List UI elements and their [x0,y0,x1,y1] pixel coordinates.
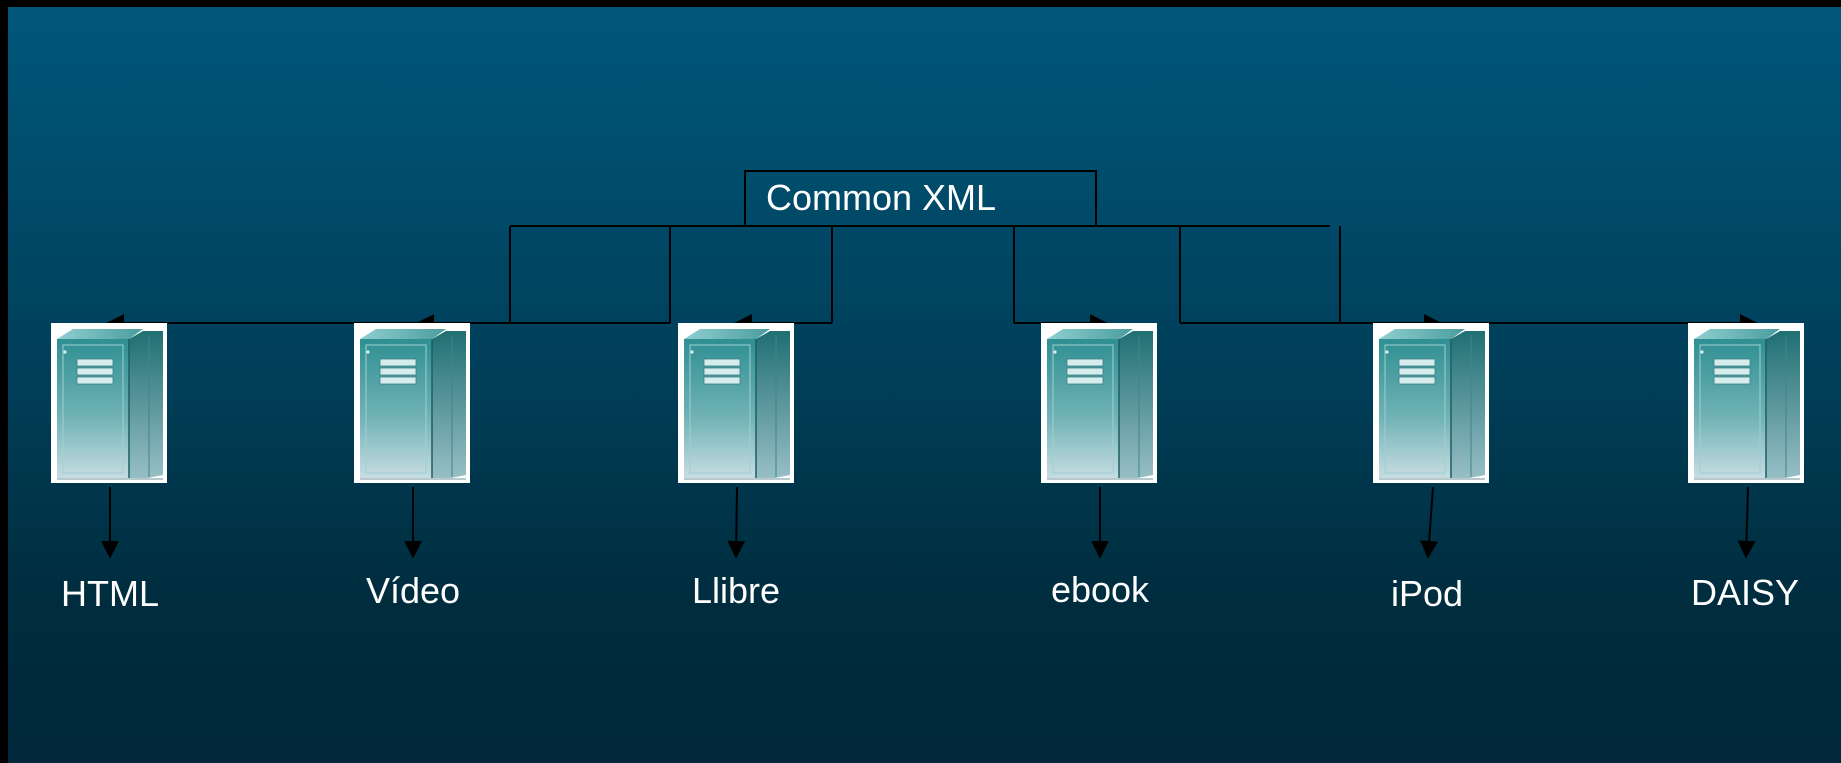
root-label: Common XML [766,177,997,218]
output-label-llibre: Llibre [691,570,781,611]
output-label-ebook: ebook [1050,569,1150,610]
server-icon [1041,323,1157,483]
output-label-html: HTML [61,573,159,614]
server-icon [1688,323,1804,483]
diagram-canvas [51,170,1804,559]
output-label-video: Vídeo [365,570,461,611]
server-icon [1373,323,1489,483]
output-label-ipod: iPod [1390,573,1464,614]
slide-background: Common XML HTML Vídeo Llibre ebook iPod … [8,7,1841,763]
output-label-daisy: DAISY [1690,572,1800,613]
server-icon [354,323,470,483]
server-icon [678,323,794,483]
server-icon [51,323,167,483]
